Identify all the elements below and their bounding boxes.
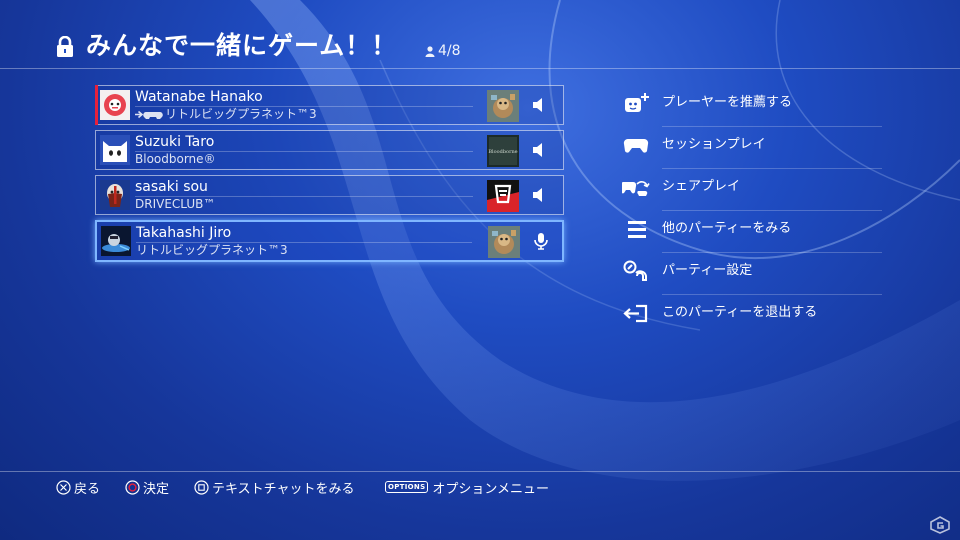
list-icon [628, 221, 646, 238]
leave-icon [623, 304, 648, 323]
header: みんなで一緒にゲーム！！ 4/8 [0, 0, 960, 68]
menu-item-label: シェアプレイ [662, 179, 741, 194]
avatar [100, 135, 130, 165]
menu-item-leave-party[interactable]: このパーティーを退出する [620, 294, 890, 336]
party-settings-icon [623, 260, 647, 281]
member-count: 4/8 [425, 42, 461, 60]
menu-item-label: セッションプレイ [662, 137, 766, 152]
thumbnail-logo-text: Bloodborne [488, 149, 517, 155]
speaker-icon [533, 98, 542, 112]
member-row[interactable]: Suzuki Taro Bloodborne® Bloodborne [95, 130, 564, 170]
menu-item-party-settings[interactable]: パーティー設定 [620, 252, 890, 294]
footer-text-chat[interactable]: テキストチャットをみる [194, 478, 355, 497]
menu-item-label: パーティー設定 [662, 263, 753, 278]
member-game: Bloodborne® [135, 152, 216, 167]
avatar [100, 90, 130, 120]
member-row[interactable]: Takahashi Jiro リトルビッグプラネット™3 [95, 220, 564, 262]
square-button-icon [194, 479, 209, 495]
member-count-value: 4/8 [438, 43, 461, 59]
party-title: みんなで一緒にゲーム！！ [86, 31, 398, 60]
header-divider [0, 68, 960, 69]
member-name: Suzuki Taro [135, 134, 215, 150]
cross-button-icon [56, 479, 71, 495]
menu-item-share-play[interactable]: シェアプレイ [620, 168, 890, 210]
footer-confirm-label: 決定 [143, 481, 170, 497]
footer-options-label: オプションメニュー [432, 481, 550, 497]
recommend-player-icon [625, 93, 649, 112]
member-game: リトルビッグプラネット™3 [135, 107, 317, 122]
footer-divider [0, 471, 960, 472]
menu-item-label: 他のパーティーをみる [662, 221, 792, 236]
member-row[interactable]: sasaki sou DRIVECLUB™ [95, 175, 564, 215]
controller-icon [623, 138, 649, 153]
game-thumbnail[interactable] [488, 226, 520, 258]
options-button-icon: OPTIONS [385, 481, 429, 493]
member-game-title: Bloodborne® [135, 152, 216, 166]
avatar [100, 180, 130, 210]
member-game-title: リトルビッグプラネット™3 [165, 107, 317, 121]
member-name: Watanabe Hanako [135, 89, 263, 105]
member-game: DRIVECLUB™ [135, 197, 215, 212]
arrow-controller-icon [135, 110, 163, 119]
member-game-title: リトルビッグプラネット™3 [136, 243, 288, 257]
member-row[interactable]: Watanabe Hanako リトルビッグプラネット™3 [95, 85, 564, 125]
microphone-icon [534, 233, 548, 250]
footer-text-chat-label: テキストチャットをみる [212, 481, 355, 497]
menu-item-session-play[interactable]: セッションプレイ [620, 126, 890, 168]
footer-confirm[interactable]: 決定 [125, 478, 170, 497]
game-thumbnail[interactable] [487, 90, 519, 122]
footer-back-label: 戻る [74, 481, 101, 497]
share-play-icon [622, 181, 650, 196]
speaker-icon [533, 188, 542, 202]
member-game: リトルビッグプラネット™3 [136, 243, 288, 258]
speaker-icon [533, 143, 542, 157]
menu-item-label: プレーヤーを推薦する [662, 95, 793, 110]
watermark-logo-icon [930, 516, 950, 534]
avatar [101, 226, 131, 256]
footer-options[interactable]: OPTIONS オプションメニュー [385, 478, 550, 497]
member-game-title: DRIVECLUB™ [135, 197, 216, 211]
member-name: Takahashi Jiro [136, 225, 232, 241]
menu-item-label: このパーティーを退出する [662, 305, 818, 320]
footer-back[interactable]: 戻る [56, 478, 101, 497]
game-thumbnail[interactable] [487, 180, 519, 212]
person-icon [425, 45, 435, 57]
member-name: sasaki sou [135, 179, 208, 195]
circle-button-icon [125, 479, 140, 495]
menu-item-other-parties[interactable]: 他のパーティーをみる [620, 210, 890, 252]
game-thumbnail[interactable]: Bloodborne [487, 135, 519, 167]
lock-icon [57, 36, 73, 57]
menu-item-recommend-player[interactable]: プレーヤーを推薦する [620, 84, 890, 126]
